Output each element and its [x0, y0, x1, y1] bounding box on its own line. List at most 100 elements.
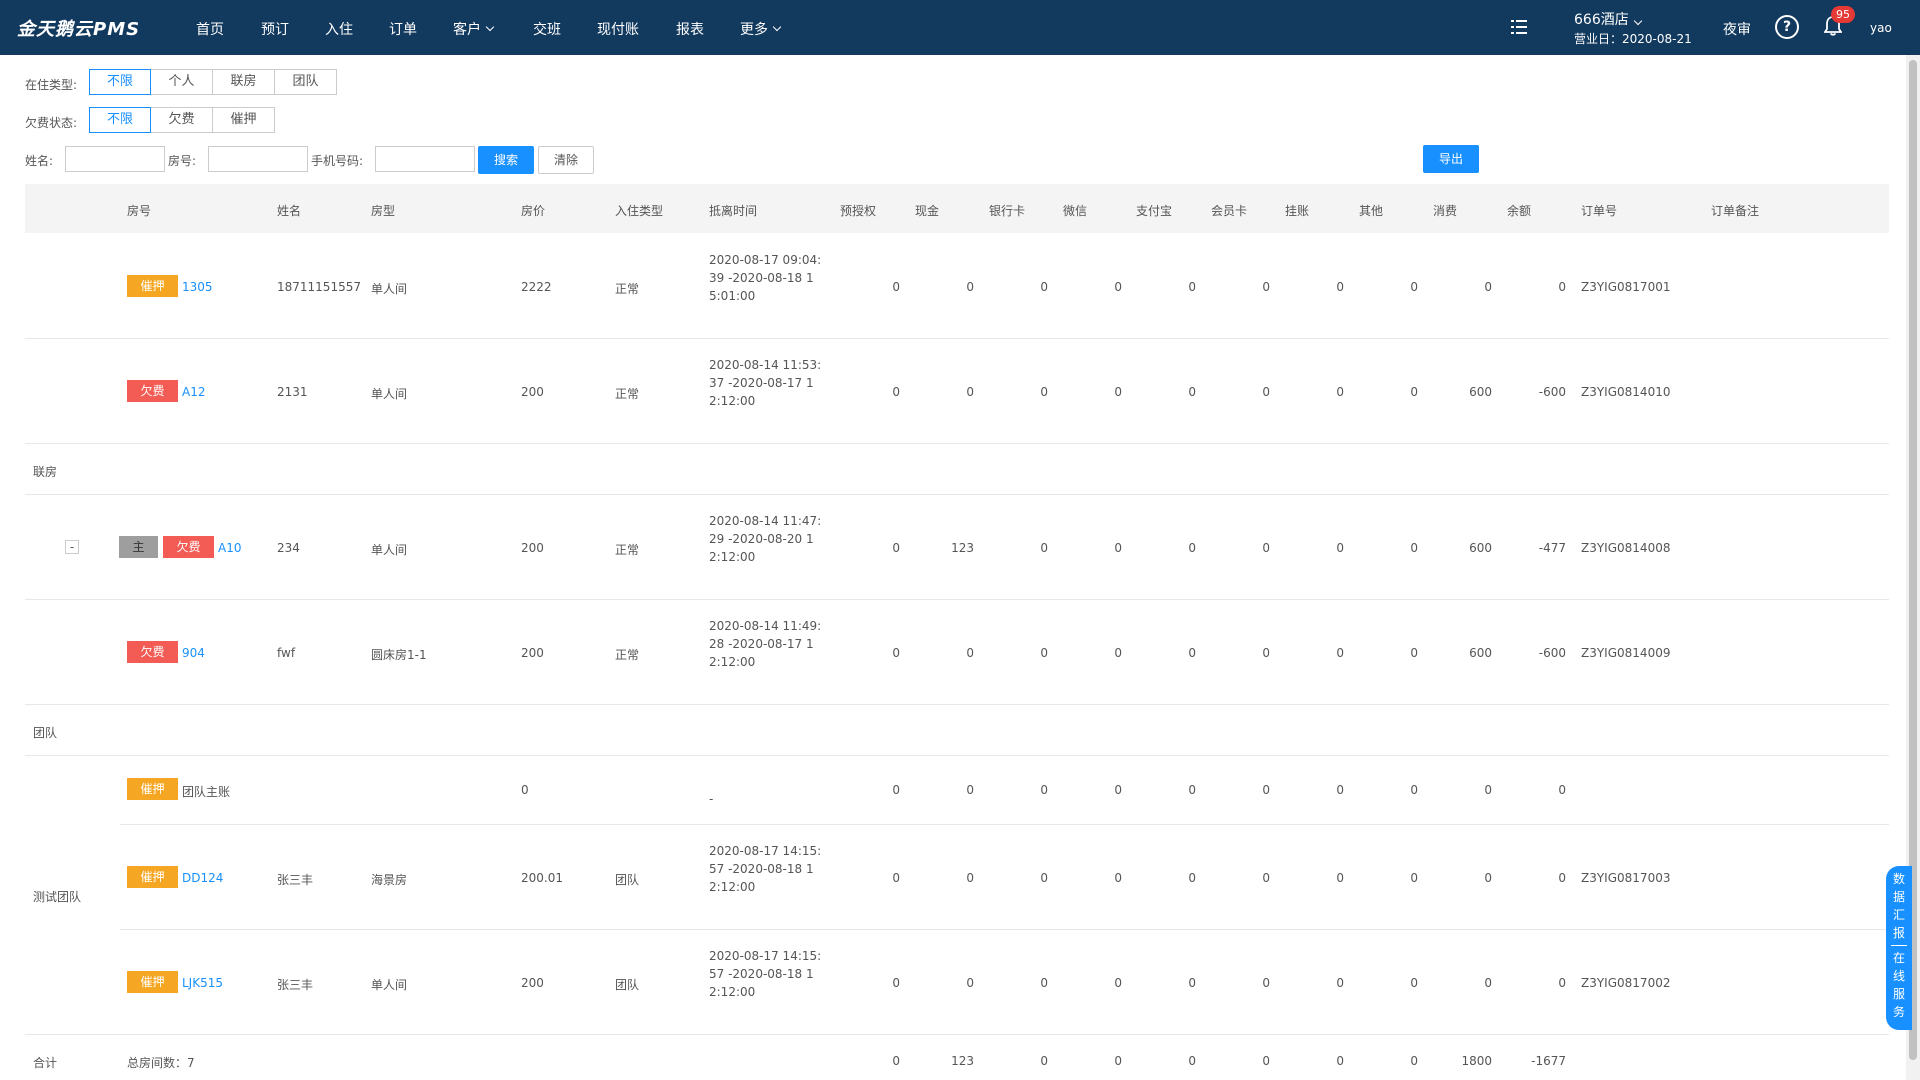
pre-auth-value: 0 — [892, 646, 900, 660]
nav-home[interactable]: 首页 — [196, 19, 224, 39]
other-value: 0 — [1410, 646, 1418, 660]
credit-value: 0 — [1336, 541, 1344, 555]
nav-label: 现付账 — [597, 22, 639, 38]
group-label-team: 团队 — [33, 726, 58, 740]
cash-value: 0 — [966, 976, 974, 990]
stay-type-individual[interactable]: 个人 — [150, 69, 213, 95]
night-audit-button[interactable]: 夜审 — [1723, 19, 1751, 39]
room-link[interactable]: LJK515 — [182, 976, 223, 990]
bank-value: 0 — [1040, 385, 1048, 399]
phone-input[interactable] — [375, 146, 475, 172]
name-label: 姓名: — [25, 154, 54, 168]
col-cash: 现金 — [915, 204, 940, 218]
row-divider — [25, 338, 1889, 339]
nav-label: 报表 — [676, 22, 704, 38]
totals-label: 合计 — [33, 1056, 58, 1070]
export-button[interactable]: 导出 — [1423, 145, 1479, 173]
total-member: 0 — [1262, 1054, 1270, 1068]
room-input[interactable] — [208, 146, 308, 172]
room-link[interactable]: 1305 — [182, 280, 213, 294]
alipay-value: 0 — [1188, 280, 1196, 294]
cash-value: 0 — [966, 783, 974, 797]
wechat-value: 0 — [1114, 280, 1122, 294]
guest-name: 张三丰 — [277, 978, 314, 992]
col-arrival-departure: 抵离时间 — [709, 204, 758, 218]
room-link[interactable]: A12 — [182, 385, 205, 399]
nav-label: 订单 — [389, 22, 417, 38]
bank-value: 0 — [1040, 871, 1048, 885]
other-value: 0 — [1410, 541, 1418, 555]
nav-reports[interactable]: 报表 — [676, 19, 704, 39]
user-name[interactable]: yao — [1870, 21, 1892, 35]
arrears-deposit-due[interactable]: 催押 — [212, 107, 275, 133]
stay-type: 正常 — [615, 387, 640, 401]
room-label: 房号: — [168, 154, 197, 168]
nav-shift[interactable]: 交班 — [533, 19, 561, 39]
stay-type: 团队 — [615, 978, 640, 992]
consume-value: 600 — [1469, 385, 1492, 399]
cash-value: 0 — [966, 646, 974, 660]
stay-type: 正常 — [615, 282, 640, 296]
clear-button[interactable]: 清除 — [538, 146, 594, 174]
stay-type-linked[interactable]: 联房 — [212, 69, 275, 95]
nav-cash-account[interactable]: 现付账 — [597, 19, 639, 39]
room-link[interactable]: DD124 — [182, 871, 223, 885]
stay-type-any[interactable]: 不限 — [89, 69, 151, 95]
room-price: 2222 — [521, 280, 552, 294]
help-icon[interactable]: ? — [1775, 15, 1799, 39]
credit-value: 0 — [1336, 976, 1344, 990]
order-number: Z3YIG0817003 — [1581, 871, 1671, 885]
col-member-card: 会员卡 — [1211, 204, 1248, 218]
col-alipay: 支付宝 — [1136, 204, 1173, 218]
order-number: Z3YIG0814008 — [1581, 541, 1671, 555]
alipay-value: 0 — [1188, 871, 1196, 885]
team-master-account[interactable]: 团队主账 — [182, 783, 230, 800]
nav-customers[interactable]: 客户 — [453, 19, 495, 39]
online-service-link[interactable]: 在线服务 — [1886, 949, 1912, 1021]
room-link[interactable]: A10 — [218, 541, 241, 555]
row-divider — [25, 494, 1889, 495]
collapse-toggle[interactable]: - — [65, 540, 79, 554]
nav-orders[interactable]: 订单 — [389, 19, 417, 39]
nav-label: 客户 — [453, 22, 481, 38]
name-input[interactable] — [65, 146, 165, 172]
row-divider — [120, 929, 1889, 930]
col-consumption: 消费 — [1433, 204, 1458, 218]
alipay-value: 0 — [1188, 976, 1196, 990]
hotel-selector[interactable]: 666酒店 — [1574, 9, 1642, 29]
list-menu-icon[interactable] — [1511, 20, 1527, 34]
arrears-owing[interactable]: 欠费 — [150, 107, 213, 133]
cash-value: 0 — [966, 871, 974, 885]
nav-checkin[interactable]: 入住 — [325, 19, 353, 39]
stay-type-label: 在住类型: — [25, 78, 78, 92]
col-name: 姓名 — [277, 204, 302, 218]
arrival-departure-time: 2020-08-17 09:04:39 -2020-08-18 15:01:00 — [709, 253, 822, 303]
pre-auth-value: 0 — [892, 541, 900, 555]
status-badge: 欠费 — [127, 380, 178, 402]
total-other: 0 — [1410, 1054, 1418, 1068]
arrears-segment: 不限 欠费 催押 — [89, 107, 275, 133]
member-value: 0 — [1262, 783, 1270, 797]
arrears-any[interactable]: 不限 — [89, 107, 151, 133]
search-button[interactable]: 搜索 — [478, 146, 534, 174]
stay-type-team[interactable]: 团队 — [274, 69, 337, 95]
nav-more[interactable]: 更多 — [740, 19, 782, 39]
balance-value: 0 — [1558, 976, 1566, 990]
total-consume: 1800 — [1461, 1054, 1492, 1068]
room-link[interactable]: 904 — [182, 646, 205, 660]
data-report-link[interactable]: 数据汇报 — [1886, 866, 1912, 942]
room-type: 单人间 — [371, 978, 408, 992]
member-value: 0 — [1262, 385, 1270, 399]
nav-label: 交班 — [533, 22, 561, 38]
notification-badge: 95 — [1831, 6, 1855, 23]
stay-type-segment: 不限 个人 联房 团队 — [89, 69, 337, 95]
brand-logo[interactable]: 金天鹅云PMS — [17, 15, 140, 41]
nav-reservation[interactable]: 预订 — [261, 19, 289, 39]
arrival-departure-time: - — [709, 792, 714, 806]
business-date: 营业日：2020-08-21 — [1574, 32, 1692, 46]
balance-value: -600 — [1538, 646, 1566, 660]
cash-value: 0 — [966, 280, 974, 294]
room-type: 海景房 — [371, 873, 408, 887]
consume-value: 600 — [1469, 541, 1492, 555]
consume-value: 600 — [1469, 646, 1492, 660]
